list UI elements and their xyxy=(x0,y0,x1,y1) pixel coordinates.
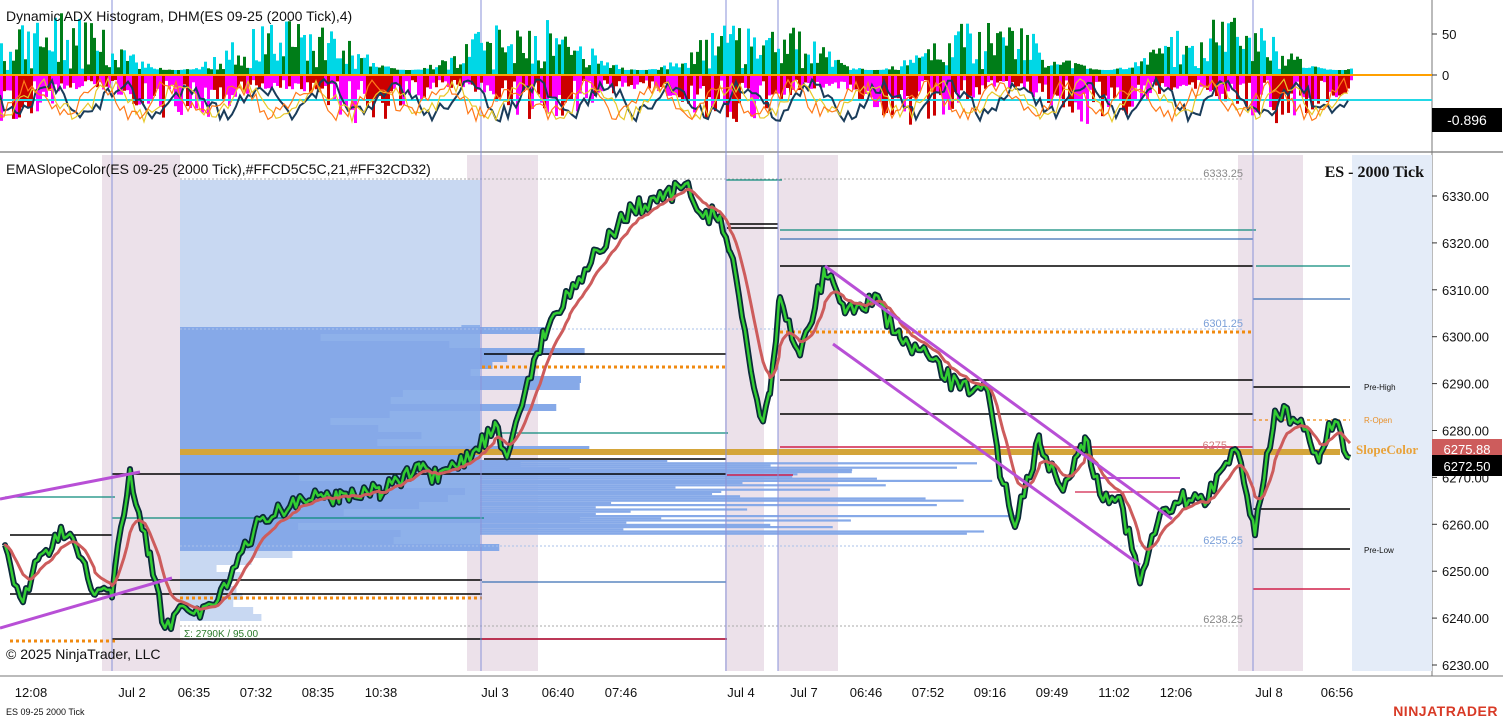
time-tick: 06:56 xyxy=(1321,685,1354,700)
time-tick: Jul 7 xyxy=(790,685,817,700)
time-tick: Jul 2 xyxy=(118,685,145,700)
price-tick: 6300.00 xyxy=(1442,330,1489,345)
time-tick: Jul 8 xyxy=(1255,685,1282,700)
pre-high-label: Pre-High xyxy=(1364,383,1396,392)
time-tick: 12:06 xyxy=(1160,685,1193,700)
copyright: © 2025 NinjaTrader, LLC xyxy=(6,646,161,662)
footer-instrument: ES 09-25 2000 Tick xyxy=(6,707,85,717)
time-tick: 10:38 xyxy=(365,685,398,700)
price-badge-ema-text: 6275.88 xyxy=(1444,442,1491,457)
instrument-label: ES - 2000 Tick xyxy=(1325,164,1425,181)
price-tick: 6310.00 xyxy=(1442,283,1489,298)
price-tick: 6230.00 xyxy=(1442,658,1489,673)
time-tick: 06:40 xyxy=(542,685,575,700)
brand-logo: NINJATRADER xyxy=(1393,703,1498,719)
price-tick: 6250.00 xyxy=(1442,564,1489,579)
price-axis[interactable]: 6330.00 6320.00 6310.00 6300.00 6290.00 6280.… xyxy=(1432,189,1489,673)
time-tick: 08:35 xyxy=(302,685,335,700)
chart-canvas[interactable]: Dynamic ADX Histogram, DHM(ES 09-25 (200… xyxy=(0,0,1503,721)
upper-axis[interactable]: 50 0 -0.896 xyxy=(1432,27,1502,132)
time-tick: 06:35 xyxy=(178,685,211,700)
svg-text:0: 0 xyxy=(1442,68,1449,83)
svg-text:50: 50 xyxy=(1442,27,1456,42)
price-tick: 6280.00 xyxy=(1442,424,1489,439)
price-tick: 6260.00 xyxy=(1442,517,1489,532)
r-open-label: R-Open xyxy=(1364,416,1392,425)
time-tick: 07:32 xyxy=(240,685,273,700)
price-badge-last-text: 6272.50 xyxy=(1444,459,1491,474)
time-tick: 09:16 xyxy=(974,685,1007,700)
price-tick: 6240.00 xyxy=(1442,611,1489,626)
time-tick: 11:02 xyxy=(1098,685,1130,700)
time-axis[interactable]: 12:08 Jul 2 06:35 07:32 08:35 10:38 Jul 3 06:40… xyxy=(15,685,1354,700)
level-label: 6255.25 xyxy=(1203,535,1243,547)
level-label: 6275 xyxy=(1203,440,1227,452)
time-tick: 07:46 xyxy=(605,685,638,700)
level-label: 6301.25 xyxy=(1203,318,1243,330)
time-tick: 06:46 xyxy=(850,685,883,700)
pre-low-label: Pre-Low xyxy=(1364,546,1394,555)
time-tick: Jul 4 xyxy=(727,685,754,700)
upper-panel-title: Dynamic ADX Histogram, DHM(ES 09-25 (200… xyxy=(6,8,352,24)
time-tick: 12:08 xyxy=(15,685,48,700)
price-tick: 6320.00 xyxy=(1442,236,1489,251)
price-tick: 6290.00 xyxy=(1442,377,1489,392)
price-tick: 6330.00 xyxy=(1442,189,1489,204)
profile-note: Σ: 2790K / 95.00 xyxy=(184,629,258,640)
main-panel-title: EMASlopeColor(ES 09-25 (2000 Tick),#FFCD… xyxy=(6,161,431,177)
level-label: 6238.25 xyxy=(1203,614,1243,626)
time-tick: Jul 3 xyxy=(481,685,508,700)
level-label: 6333.25 xyxy=(1203,168,1243,180)
time-tick: 07:52 xyxy=(912,685,945,700)
time-tick: 09:49 xyxy=(1036,685,1069,700)
adx-value: -0.896 xyxy=(1447,112,1487,128)
indicator-tag: SlopeColor xyxy=(1356,442,1418,457)
